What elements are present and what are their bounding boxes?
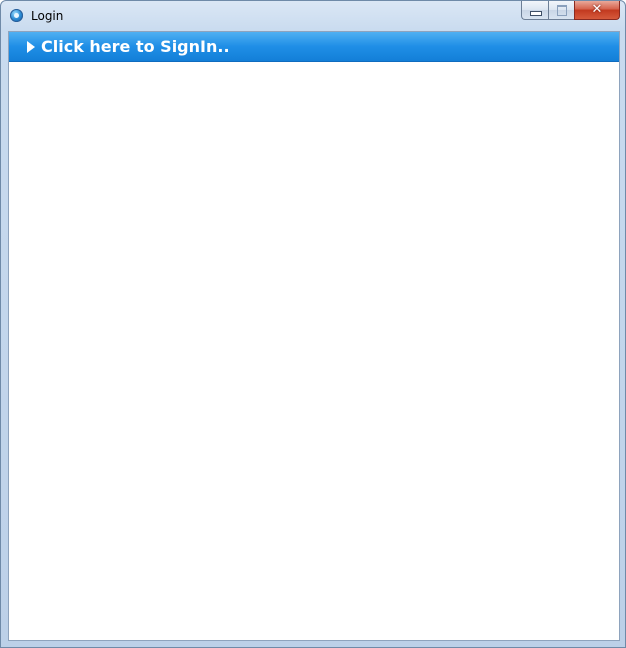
signin-expander-header[interactable]: Click here to SignIn..	[9, 32, 619, 62]
caption-buttons: ✕	[521, 1, 620, 21]
close-button[interactable]: ✕	[574, 1, 620, 20]
window-title: Login	[31, 9, 64, 23]
triangle-right-icon	[27, 41, 35, 53]
client-area: Click here to SignIn..	[8, 31, 620, 641]
maximize-icon	[557, 5, 567, 16]
signin-expander-label: Click here to SignIn..	[41, 37, 230, 56]
minimize-icon	[530, 11, 542, 16]
minimize-button[interactable]	[521, 1, 548, 20]
title-bar[interactable]: Login ✕	[1, 1, 625, 31]
login-window: Login ✕ Click here to SignIn..	[0, 0, 626, 648]
app-globe-icon	[10, 9, 23, 22]
close-icon: ✕	[591, 2, 603, 17]
maximize-button[interactable]	[548, 1, 574, 20]
